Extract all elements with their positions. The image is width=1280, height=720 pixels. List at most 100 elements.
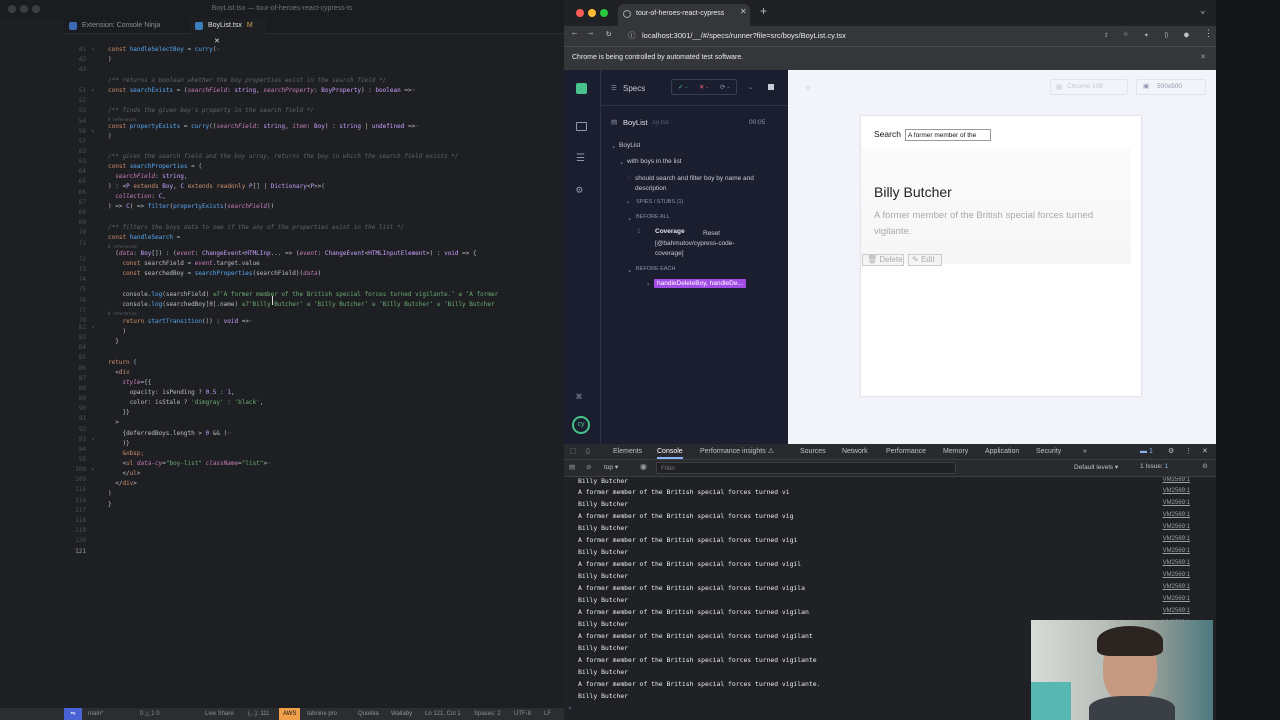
context-selector[interactable]: top ▾: [604, 463, 632, 471]
suite-title[interactable]: BoyList: [619, 142, 640, 149]
specs-list-icon[interactable]: [576, 122, 587, 131]
tab-memory[interactable]: Memory: [943, 444, 968, 460]
source-link[interactable]: VM2569:1: [1163, 512, 1190, 518]
sidepanel-icon[interactable]: ▯: [1164, 30, 1169, 39]
runs-icon[interactable]: ☰: [576, 153, 585, 164]
indentation[interactable]: Spaces: 2: [474, 708, 501, 720]
close-dot[interactable]: [576, 9, 584, 17]
encoding[interactable]: UTF-8: [514, 708, 531, 720]
source-link[interactable]: VM2569:1: [1163, 477, 1190, 483]
fold-chevron-icon[interactable]: ›: [91, 324, 95, 331]
viewport-selector[interactable]: ▣ 500x500: [1136, 79, 1206, 95]
before-all-header[interactable]: BEFORE ALL: [636, 214, 670, 220]
source-link[interactable]: VM2569:1: [1163, 524, 1190, 530]
chevron-down-icon[interactable]: ⌄: [627, 214, 632, 222]
bookmark-star-icon[interactable]: ☆: [1123, 29, 1128, 39]
selector-playground-icon[interactable]: ◎: [806, 83, 810, 91]
boy-name[interactable]: Billy Butcher: [874, 184, 952, 200]
new-tab-button[interactable]: +: [760, 4, 767, 18]
search-input[interactable]: [905, 129, 991, 141]
chevron-down-icon[interactable]: ⌄: [748, 83, 753, 91]
close-infobar-icon[interactable]: ✕: [1200, 47, 1206, 69]
codelens-references[interactable]: 0 references: [108, 244, 137, 249]
git-branch[interactable]: main*: [88, 708, 103, 720]
minimize-dot[interactable]: [20, 5, 28, 13]
minimize-dot[interactable]: [588, 9, 596, 17]
bracket-info[interactable]: {...}: 111: [248, 708, 269, 720]
tab-sources[interactable]: Sources: [800, 444, 826, 460]
maximize-dot[interactable]: [32, 5, 40, 13]
info-icon[interactable]: ⓘ: [628, 29, 636, 43]
chrome-tab[interactable]: tour-of-heroes-react-cypress: [618, 4, 750, 26]
console-prompt-icon[interactable]: ›: [568, 704, 572, 712]
quokka-status[interactable]: Quokka: [358, 708, 379, 720]
chevron-down-icon[interactable]: ⌄: [627, 266, 632, 274]
spies-stubs-header[interactable]: SPIES / STUBS (1): [636, 199, 683, 205]
problems-indicator[interactable]: 0 △ 1 0: [140, 708, 160, 720]
source-link[interactable]: VM2569:1: [1163, 560, 1190, 566]
keyboard-shortcut-icon[interactable]: ⌘: [576, 392, 582, 403]
console-filter-input[interactable]: [656, 462, 956, 474]
tab-performance-insights[interactable]: Performance insights ⚠: [700, 444, 774, 460]
tabnine-status[interactable]: tabnine pro: [307, 708, 337, 720]
test-title[interactable]: should search and filter boy by name and…: [635, 174, 765, 194]
fold-chevron-icon[interactable]: ›: [91, 128, 95, 135]
device-toggle-icon[interactable]: ▯: [586, 444, 590, 460]
tab-application[interactable]: Application: [985, 444, 1019, 460]
browser-selector[interactable]: Chrome 108: [1050, 79, 1128, 95]
chevron-right-icon[interactable]: ›: [627, 199, 629, 206]
more-options-icon[interactable]: ⋮: [1185, 444, 1192, 460]
alias-badge[interactable]: handleDeleteBoy, handleDe...: [654, 279, 746, 288]
more-tabs-icon[interactable]: »: [1083, 444, 1087, 460]
close-devtools-icon[interactable]: ✕: [1202, 444, 1208, 460]
source-link[interactable]: VM2569:1: [1163, 596, 1190, 602]
source-link[interactable]: VM2569:1: [1163, 548, 1190, 554]
console-clear-icon[interactable]: ⊘: [586, 463, 591, 471]
tab-security[interactable]: Security: [1036, 444, 1061, 460]
tab-search-icon[interactable]: ⌄: [1200, 6, 1205, 16]
back-icon[interactable]: ←: [572, 29, 577, 39]
source-link[interactable]: VM2569:1: [1163, 536, 1190, 542]
sidebar-toggle-icon[interactable]: ▤: [569, 463, 575, 471]
context-title[interactable]: with boys in the list: [627, 158, 682, 165]
codelens-references[interactable]: 0 references: [108, 117, 137, 122]
line-ending[interactable]: LF: [544, 708, 551, 720]
spec-file-name[interactable]: BoyList: [623, 118, 648, 127]
wallaby-status[interactable]: Wallaby: [391, 708, 412, 720]
chevron-down-icon[interactable]: ⌄: [611, 142, 616, 150]
console-settings-icon[interactable]: ⚙: [1202, 462, 1208, 470]
reload-icon[interactable]: ↻: [606, 29, 611, 39]
tab-extension-console-ninja[interactable]: Extension: Console Ninja: [64, 18, 190, 34]
issues-link[interactable]: 1 Issue: 1: [1140, 463, 1168, 470]
fold-chevron-icon[interactable]: ›: [91, 436, 95, 443]
gear-icon[interactable]: ⚙: [576, 183, 583, 196]
code-editor[interactable]: const handleSelectBoy = curry(⋯ ) /** re…: [104, 34, 564, 708]
share-icon[interactable]: ⇪: [1104, 30, 1109, 39]
tab-performance[interactable]: Performance: [886, 444, 926, 460]
gear-icon[interactable]: ⚙: [1168, 444, 1174, 460]
issues-counter[interactable]: ▬ 1: [1140, 444, 1153, 460]
log-levels-selector[interactable]: Default levels ▾: [1074, 463, 1118, 471]
source-link[interactable]: VM2569:1: [1163, 488, 1190, 494]
fold-chevron-icon[interactable]: ›: [91, 46, 95, 53]
source-link[interactable]: VM2569:1: [1163, 500, 1190, 506]
inspect-icon[interactable]: ⬚: [570, 444, 577, 460]
live-share-button[interactable]: Live Share: [205, 708, 234, 720]
chevron-down-icon[interactable]: ⌄: [619, 158, 624, 166]
cursor-position[interactable]: Ln 121, Col 1: [425, 708, 461, 720]
edit-button[interactable]: ✎ Edit: [908, 254, 942, 266]
specs-toggle-icon[interactable]: ☰: [611, 84, 617, 92]
address-bar[interactable]: ⓘ localhost:3001/__/#/specs/runner?file=…: [624, 29, 1184, 43]
close-tab-icon[interactable]: ✕: [740, 7, 747, 16]
tab-network[interactable]: Network: [842, 444, 868, 460]
eye-icon[interactable]: ◉: [640, 462, 647, 471]
maximize-dot[interactable]: [600, 9, 608, 17]
forward-icon[interactable]: →: [588, 29, 593, 39]
chevron-right-icon[interactable]: ›: [647, 281, 649, 288]
delete-button[interactable]: 🗑 Delete: [862, 254, 904, 266]
source-link[interactable]: VM2569:1: [1163, 572, 1190, 578]
specs-label[interactable]: Specs: [623, 84, 645, 93]
tab-boylist[interactable]: BoyList.tsx M ✕: [190, 18, 266, 45]
fold-chevron-icon[interactable]: ›: [91, 466, 95, 473]
source-link[interactable]: VM2569:1: [1163, 584, 1190, 590]
